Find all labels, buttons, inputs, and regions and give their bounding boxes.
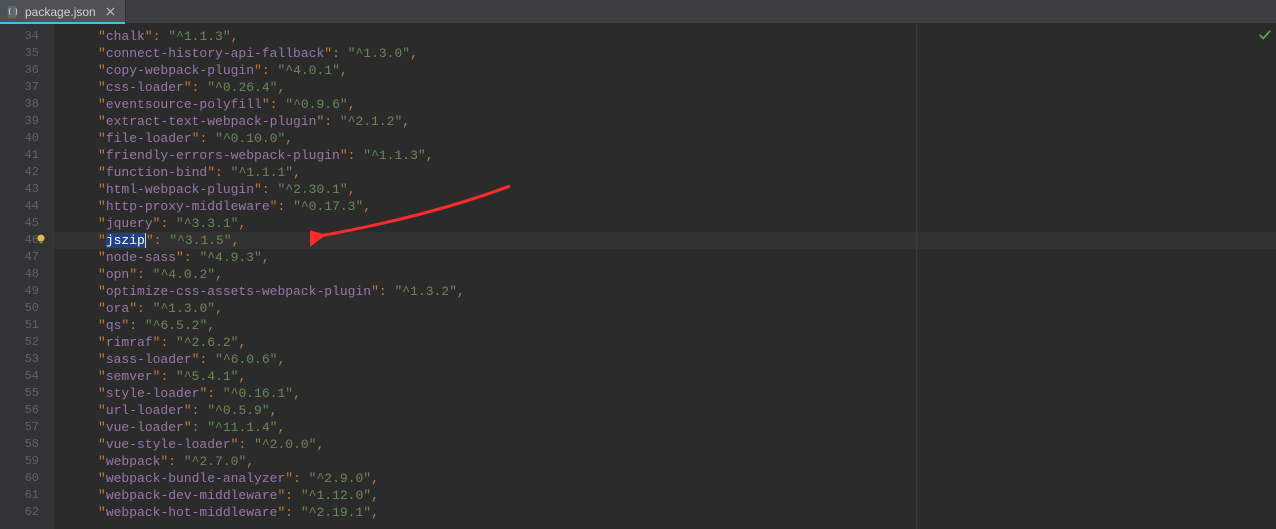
line-number: 55 [0,385,39,402]
tab-bar: package.json [0,0,1276,24]
close-icon[interactable] [105,6,117,18]
code-line[interactable]: "ora": "^1.3.0", [54,300,1276,317]
code-line[interactable]: "qs": "^6.5.2", [54,317,1276,334]
line-number: 45 [0,215,39,232]
code-line[interactable]: "sass-loader": "^6.0.6", [54,351,1276,368]
line-number: 42 [0,164,39,181]
code-line[interactable]: "jquery": "^3.3.1", [54,215,1276,232]
line-number: 43 [0,181,39,198]
line-number: 60 [0,470,39,487]
code-line[interactable]: "connect-history-api-fallback": "^1.3.0"… [54,45,1276,62]
code-line[interactable]: "chalk": "^1.1.3", [54,28,1276,45]
line-number: 58 [0,436,39,453]
code-line[interactable]: "opn": "^4.0.2", [54,266,1276,283]
code-line[interactable]: "extract-text-webpack-plugin": "^2.1.2", [54,113,1276,130]
code-line[interactable]: "webpack": "^2.7.0", [54,453,1276,470]
code-line[interactable]: "webpack-hot-middleware": "^2.19.1", [54,504,1276,521]
code-line[interactable]: "url-loader": "^0.5.9", [54,402,1276,419]
line-number: 51 [0,317,39,334]
code-line[interactable]: "node-sass": "^4.9.3", [54,249,1276,266]
line-number: 38 [0,96,39,113]
line-number: 39 [0,113,39,130]
code-line[interactable]: "jszip": "^3.1.5", [54,232,1276,249]
code-line[interactable]: "http-proxy-middleware": "^0.17.3", [54,198,1276,215]
line-number: 59 [0,453,39,470]
code-line[interactable]: "vue-loader": "^11.1.4", [54,419,1276,436]
line-number: 40 [0,130,39,147]
code-line[interactable]: "file-loader": "^0.10.0", [54,130,1276,147]
line-number: 62 [0,504,39,521]
line-number: 56 [0,402,39,419]
file-tab[interactable]: package.json [0,0,126,23]
line-number: 57 [0,419,39,436]
line-number: 47 [0,249,39,266]
code-line[interactable]: "semver": "^5.4.1", [54,368,1276,385]
code-line[interactable]: "webpack-bundle-analyzer": "^2.9.0", [54,470,1276,487]
gutter: 3435363738394041424344454647484950515253… [0,24,54,529]
line-number: 54 [0,368,39,385]
lightbulb-icon[interactable] [34,232,48,246]
code-editor[interactable]: 3435363738394041424344454647484950515253… [0,24,1276,529]
code-line[interactable]: "webpack-dev-middleware": "^1.12.0", [54,487,1276,504]
code-line[interactable]: "rimraf": "^2.6.2", [54,334,1276,351]
code-area[interactable]: "chalk": "^1.1.3","connect-history-api-f… [54,24,1276,529]
code-line[interactable]: "friendly-errors-webpack-plugin": "^1.1.… [54,147,1276,164]
line-number: 37 [0,79,39,96]
code-line[interactable]: "eventsource-polyfill": "^0.9.6", [54,96,1276,113]
inspection-ok-icon [1258,28,1272,42]
code-line[interactable]: "optimize-css-assets-webpack-plugin": "^… [54,283,1276,300]
code-line[interactable]: "css-loader": "^0.26.4", [54,79,1276,96]
tab-filename: package.json [25,5,96,19]
code-line[interactable]: "html-webpack-plugin": "^2.30.1", [54,181,1276,198]
line-number: 35 [0,45,39,62]
line-number: 52 [0,334,39,351]
line-number: 48 [0,266,39,283]
line-number: 36 [0,62,39,79]
line-number: 50 [0,300,39,317]
code-line[interactable]: "style-loader": "^0.16.1", [54,385,1276,402]
text-selection: jszip [106,233,146,248]
line-number: 61 [0,487,39,504]
line-number: 41 [0,147,39,164]
line-number: 53 [0,351,39,368]
code-line[interactable]: "copy-webpack-plugin": "^4.0.1", [54,62,1276,79]
code-line[interactable]: "vue-style-loader": "^2.0.0", [54,436,1276,453]
line-number: 44 [0,198,39,215]
line-number: 49 [0,283,39,300]
line-number: 34 [0,28,39,45]
code-line[interactable]: "function-bind": "^1.1.1", [54,164,1276,181]
right-margin-guide [916,24,917,529]
json-file-icon [6,5,20,19]
